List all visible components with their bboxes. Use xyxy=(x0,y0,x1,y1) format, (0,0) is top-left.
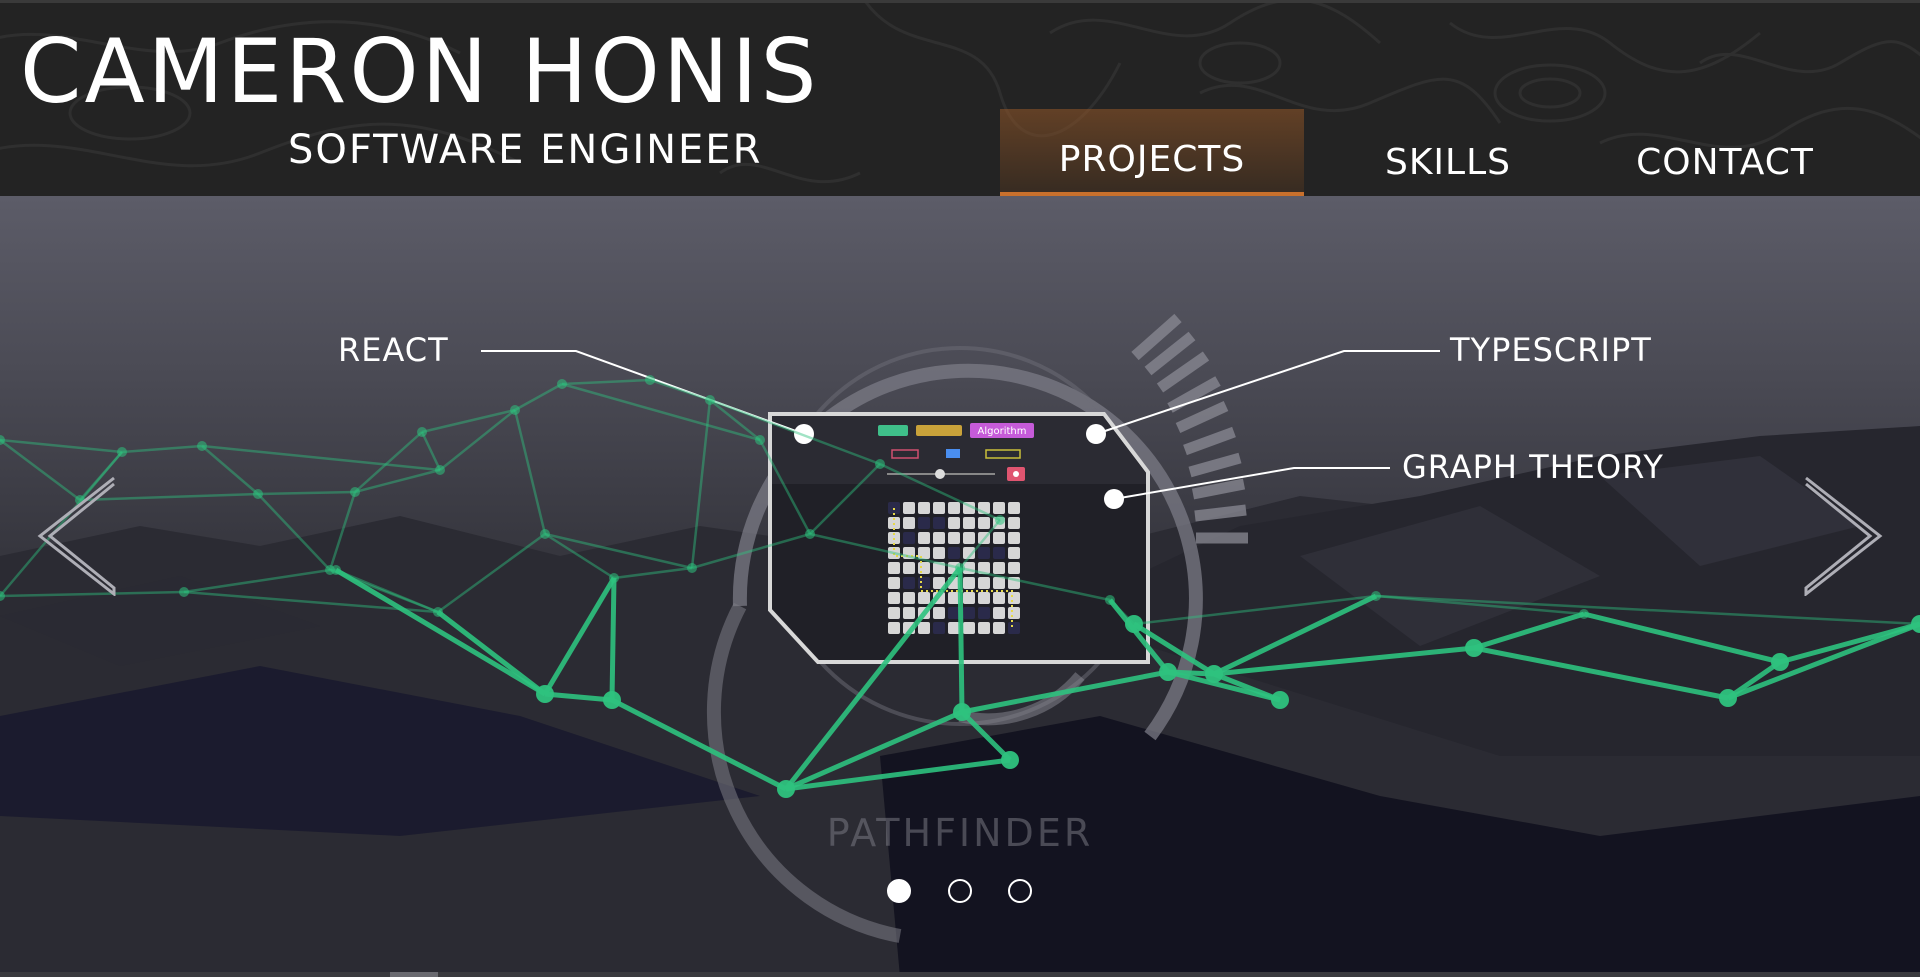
preview-algorithm-button: Algorithm xyxy=(978,426,1027,437)
chevron-left-icon xyxy=(37,476,116,598)
tag-typescript: TYPESCRIPT xyxy=(1450,331,1652,369)
previous-project-button[interactable] xyxy=(34,476,124,598)
site-header: CAMERON HONIS SOFTWARE ENGINEER PROJECTS… xyxy=(0,0,1920,196)
tag-react: REACT xyxy=(338,331,449,369)
scrollbar-thumb[interactable] xyxy=(390,972,438,977)
horizontal-scrollbar[interactable] xyxy=(0,972,1920,977)
project-carousel: Algorithm REACT TYPESCRIPT GRAPH THEORY xyxy=(0,196,1920,977)
site-owner-title: SOFTWARE ENGINEER xyxy=(288,127,763,173)
chevron-right-icon xyxy=(1804,476,1883,598)
nav-skills[interactable]: SKILLS xyxy=(1358,115,1538,196)
carousel-dot-2[interactable] xyxy=(948,879,972,903)
hero-artwork: Algorithm xyxy=(0,313,1920,977)
carousel-dot-3[interactable] xyxy=(1008,879,1032,903)
project-name: PATHFINDER xyxy=(826,811,1094,855)
tag-graph-theory: GRAPH THEORY xyxy=(1402,448,1664,486)
next-project-button[interactable] xyxy=(1796,476,1886,598)
nav-contact[interactable]: CONTACT xyxy=(1610,115,1840,196)
site-owner-name: CAMERON HONIS xyxy=(20,20,820,123)
nav-projects[interactable]: PROJECTS xyxy=(1000,109,1304,196)
carousel-dot-1[interactable] xyxy=(887,879,911,903)
